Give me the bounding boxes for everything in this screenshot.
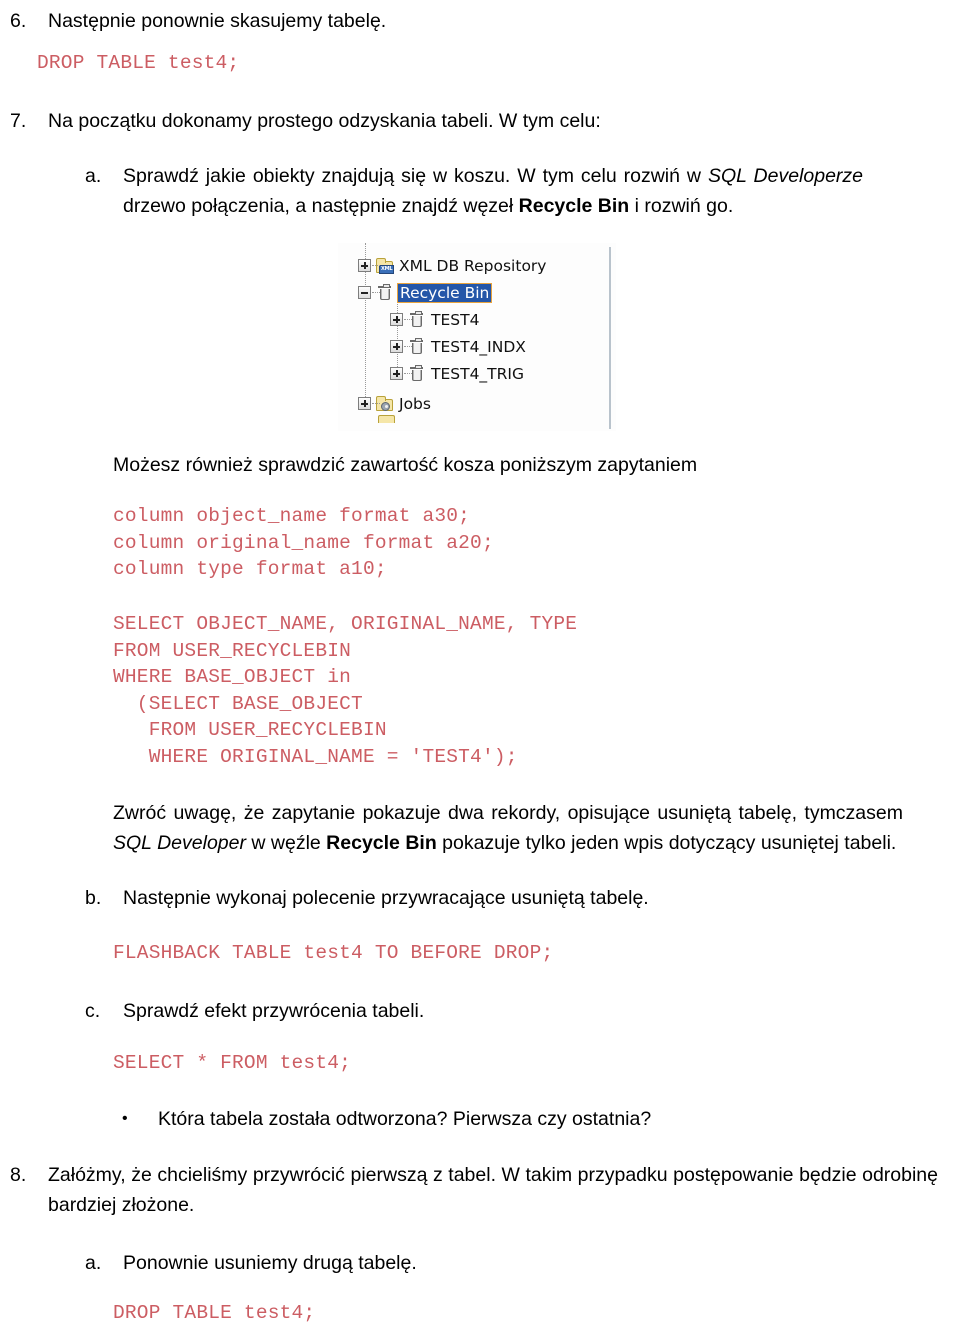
list-marker: 8. <box>10 1164 27 1186</box>
code-block-drop-table-1: DROP TABLE test4; <box>37 52 240 74</box>
text-run-bold: Recycle Bin <box>518 195 630 217</box>
bullet-item-question: • Która tabela została odtworzona? Pierw… <box>0 1104 858 1134</box>
text-run: Sprawdź jakie obiekty znajdują się w kos… <box>123 165 708 187</box>
expand-plus-icon[interactable] <box>390 367 403 380</box>
list-item-7c: c. Sprawdź efekt przywrócenia tabeli. <box>0 996 863 1026</box>
list-item-7b: b. Następnie wykonaj polecenie przywraca… <box>0 883 863 913</box>
paragraph-query-intro: Możesz również sprawdzić zawartość kosza… <box>113 454 698 476</box>
tree-node-label: TEST4_INDX <box>431 337 526 356</box>
tree-node-jobs[interactable]: Jobs <box>358 391 431 416</box>
list-item-text: Ponownie usuniemy drugą tabelę. <box>123 1252 417 1274</box>
list-item-7: 7. Na początku dokonamy prostego odzyska… <box>0 106 948 136</box>
bullet-item-text: Która tabela została odtworzona? Pierwsz… <box>158 1108 652 1130</box>
paragraph-note: Zwróć uwagę, że zapytanie pokazuje dwa r… <box>113 798 903 858</box>
text-run-bold: Recycle Bin <box>326 832 437 854</box>
code-block-column-formats: column object_name format a30; column or… <box>113 505 494 580</box>
list-item-8a: a. Ponownie usuniemy drugą tabelę. <box>0 1248 863 1278</box>
expand-plus-icon[interactable] <box>358 397 371 410</box>
code-block-select-test4: SELECT * FROM test4; <box>113 1052 352 1074</box>
text-run: Zwróć uwagę, że zapytanie pokazuje dwa r… <box>113 802 903 824</box>
list-marker: c. <box>85 1000 101 1022</box>
code-block-drop-table-2: DROP TABLE test4; <box>113 1302 316 1324</box>
tree-node-label: XML DB Repository <box>399 256 547 275</box>
list-marker: 7. <box>10 110 27 132</box>
tree-guideline <box>404 346 412 347</box>
tree-guideline <box>372 265 380 266</box>
list-marker: 6. <box>10 10 27 32</box>
list-item-8: 8. Załóżmy, że chcieliśmy przywrócić pie… <box>0 1160 938 1220</box>
figure-divider-line <box>609 247 611 429</box>
list-item-7a: a. Sprawdź jakie obiekty znajdują się w … <box>0 161 863 221</box>
document-page: 6. Następnie ponownie skasujemy tabelę. … <box>0 0 960 1335</box>
text-run-italic: SQL Developerze <box>707 165 864 187</box>
text-run: i rozwiń go. <box>629 195 734 217</box>
tree-guideline <box>372 403 380 404</box>
text-run: pokazuje tylko jeden wpis dotyczący usun… <box>436 832 897 854</box>
tree-guideline <box>372 292 380 293</box>
tree-node-label: Recycle Bin <box>397 282 493 303</box>
code-block-flashback: FLASHBACK TABLE test4 TO BEFORE DROP; <box>113 942 554 964</box>
list-item-text: Sprawdź efekt przywrócenia tabeli. <box>123 1000 425 1022</box>
code-block-select-recyclebin: SELECT OBJECT_NAME, ORIGINAL_NAME, TYPE … <box>113 613 578 768</box>
text-run: drzewo połączenia, a następnie znajdź wę… <box>123 195 519 217</box>
list-item-text: Sprawdź jakie obiekty znajdują się w kos… <box>123 161 863 221</box>
list-marker: b. <box>85 887 102 909</box>
list-item-text: Następnie ponownie skasujemy tabelę. <box>48 10 387 32</box>
tree-node-label: Jobs <box>399 394 431 413</box>
list-marker: a. <box>85 165 102 187</box>
bullet-marker: • <box>122 1110 128 1127</box>
collapse-minus-icon[interactable] <box>358 286 371 299</box>
list-marker: a. <box>85 1252 102 1274</box>
list-item-text: Załóżmy, że chcieliśmy przywrócić pierws… <box>48 1164 938 1216</box>
list-item-text: Na początku dokonamy prostego odzyskania… <box>48 110 601 132</box>
expand-plus-icon[interactable] <box>390 340 403 353</box>
tree-guideline <box>404 373 412 374</box>
tree-node-label: TEST4 <box>431 310 480 329</box>
list-item-6: 6. Następnie ponownie skasujemy tabelę. <box>0 6 948 36</box>
tree-node-label: TEST4_TRIG <box>431 364 524 383</box>
text-run: w węźle <box>245 832 327 854</box>
expand-plus-icon[interactable] <box>358 259 371 272</box>
tree-guideline <box>404 319 412 320</box>
list-item-text: Następnie wykonaj polecenie przywracając… <box>123 887 649 909</box>
tree-node-xml-db-repository[interactable]: XML XML DB Repository <box>358 253 546 278</box>
text-run-italic: SQL Developer <box>113 832 246 854</box>
partial-folder-icon <box>378 415 395 423</box>
expand-plus-icon[interactable] <box>390 313 403 326</box>
sql-developer-tree-screenshot: XML XML DB Repository Recycle Bin TEST4 <box>338 243 616 431</box>
